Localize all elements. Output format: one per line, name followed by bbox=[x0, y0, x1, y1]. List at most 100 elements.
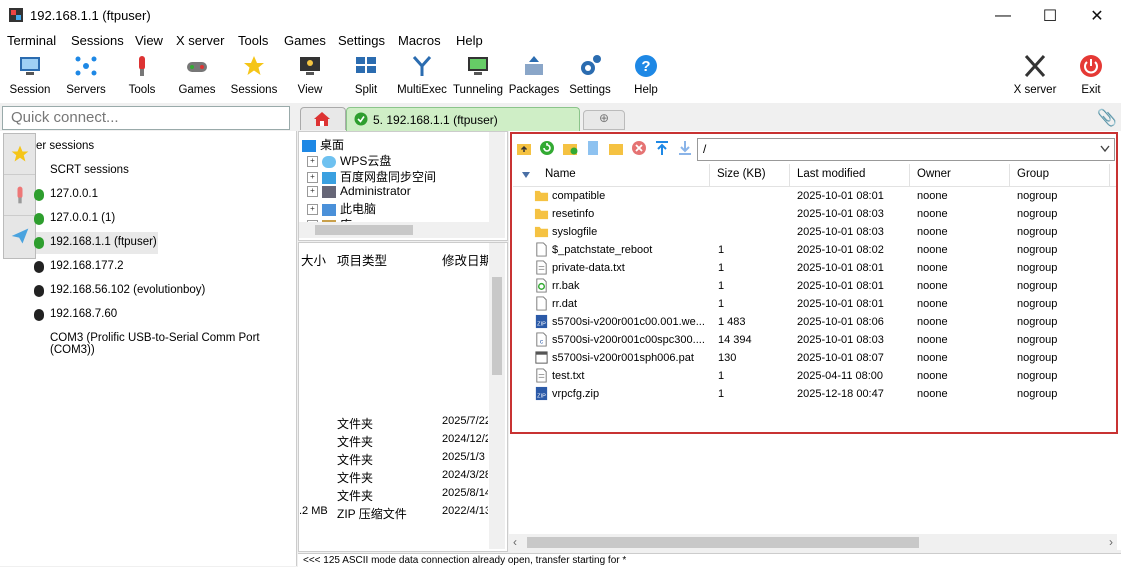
column-header-date[interactable]: 修改日期 bbox=[442, 250, 488, 269]
table-row[interactable]: resetinfo 2025-10-01 08:03 noone nogroup bbox=[513, 205, 1113, 223]
list-item[interactable]: 文件夹 2025/8/14 bbox=[299, 487, 489, 505]
maximize-button[interactable]: ☐ bbox=[1027, 0, 1073, 31]
table-row[interactable]: compatible 2025-10-01 08:01 noone nogroup bbox=[513, 187, 1113, 205]
table-row[interactable]: syslogfile 2025-10-01 08:03 noone nogroup bbox=[513, 223, 1113, 241]
vertical-scrollbar[interactable] bbox=[489, 132, 505, 222]
sidebar-tab-sftp[interactable] bbox=[4, 216, 35, 256]
menu-terminal[interactable]: Terminal bbox=[7, 33, 56, 48]
refresh-icon[interactable] bbox=[539, 140, 555, 156]
menu-sessions[interactable]: Sessions bbox=[71, 33, 124, 48]
session-item[interactable]: 192.168.177.2 bbox=[34, 256, 286, 278]
tunneling-icon bbox=[468, 57, 488, 75]
pat-file-icon bbox=[535, 351, 548, 364]
table-row[interactable]: rr.bak 1 2025-10-01 08:01 noone nogroup bbox=[513, 277, 1113, 295]
tree-item[interactable]: + Administrator bbox=[307, 184, 411, 200]
session-item[interactable]: er sessions bbox=[36, 136, 286, 158]
computer-icon bbox=[322, 203, 336, 216]
new-file-icon[interactable] bbox=[585, 140, 601, 156]
sidebar-tab-tools[interactable] bbox=[4, 175, 35, 216]
delete-icon[interactable] bbox=[631, 140, 647, 156]
table-row[interactable]: rr.dat 1 2025-10-01 08:01 noone nogroup bbox=[513, 295, 1113, 313]
vertical-scrollbar[interactable] bbox=[489, 243, 505, 549]
column-header-name[interactable]: Name bbox=[545, 168, 576, 180]
table-row[interactable]: ZIP vrpcfg.zip 1 2025-12-18 00:47 noone nogro… bbox=[513, 385, 1113, 403]
sidebar-tab-sessions[interactable] bbox=[4, 134, 35, 175]
menu-help[interactable]: Help bbox=[456, 33, 483, 48]
session-item[interactable]: 127.0.0.1 bbox=[34, 184, 286, 206]
toolbar: Session Servers Tools Games Sessions Vie… bbox=[0, 51, 1121, 103]
menu-macros[interactable]: Macros bbox=[398, 33, 441, 48]
session-item[interactable]: COM3 (Prolific USB-to-Serial Comm Port (… bbox=[36, 328, 286, 356]
column-header-type[interactable]: 项目类型 bbox=[337, 250, 387, 269]
session-item[interactable]: SCRT sessions bbox=[36, 160, 286, 182]
menu-view[interactable]: View bbox=[135, 33, 163, 48]
menu-settings[interactable]: Settings bbox=[338, 33, 385, 48]
table-row[interactable]: c s5700si-v200r001c00spc300.... 14 394 2025… bbox=[513, 331, 1113, 349]
help-button[interactable]: ? Help bbox=[617, 51, 675, 101]
folder-icon[interactable] bbox=[608, 140, 624, 156]
split-icon bbox=[356, 57, 376, 73]
session-item[interactable]: 192.168.56.102 (evolutionboy) bbox=[34, 280, 286, 302]
tab-home[interactable] bbox=[300, 107, 346, 130]
menu-tools[interactable]: Tools bbox=[238, 33, 268, 48]
status-dot-icon bbox=[34, 189, 44, 201]
local-folder-tree: 桌面 + WPS云盘 + 百度网盘同步空间 + Administrator + 此电脑 … bbox=[298, 131, 508, 241]
session-item[interactable]: 127.0.0.1 (1) bbox=[34, 208, 286, 230]
list-item[interactable]: 文件夹 2024/3/28 bbox=[299, 469, 489, 487]
expand-icon[interactable]: + bbox=[307, 186, 318, 198]
recycle-file-icon bbox=[536, 278, 547, 293]
menu-bar: Terminal Sessions View X server Tools Ga… bbox=[0, 31, 1121, 51]
parent-folder-icon[interactable] bbox=[516, 140, 532, 156]
tab-session-active[interactable]: 5. 192.168.1.1 (ftpuser) bbox=[346, 107, 580, 131]
title-bar: 192.168.1.1 (ftpuser) — ☐ ✕ bbox=[0, 0, 1121, 31]
paperclip-icon[interactable]: 📎 bbox=[1097, 108, 1117, 128]
svg-text:ZIP: ZIP bbox=[537, 321, 546, 327]
expand-icon[interactable]: + bbox=[307, 172, 318, 184]
list-item[interactable]: 文件夹 2025/7/22 bbox=[299, 415, 489, 433]
menu-games[interactable]: Games bbox=[284, 33, 326, 48]
upload-icon[interactable] bbox=[654, 140, 670, 156]
list-item[interactable]: 文件夹 2025/1/3 bbox=[299, 451, 489, 469]
scroll-left-icon[interactable]: ‹ bbox=[513, 535, 517, 549]
multiexec-icon bbox=[412, 56, 432, 76]
list-item[interactable]: .2 MB ZIP 压缩文件 2022/4/13 bbox=[299, 505, 489, 523]
close-button[interactable]: ✕ bbox=[1074, 0, 1120, 31]
column-header-group[interactable]: Group bbox=[1017, 168, 1049, 180]
list-item[interactable]: 文件夹 2024/12/2 bbox=[299, 433, 489, 451]
column-header-size[interactable]: Size (KB) bbox=[717, 168, 766, 180]
tree-item[interactable]: + 百度网盘同步空间 bbox=[307, 168, 436, 184]
horizontal-scrollbar[interactable] bbox=[299, 222, 505, 238]
exit-button[interactable]: Exit bbox=[1062, 51, 1120, 101]
scroll-thumb[interactable] bbox=[527, 537, 919, 548]
help-icon: ? bbox=[635, 55, 657, 77]
session-item[interactable]: 192.168.7.60 bbox=[34, 304, 286, 326]
remote-path-input[interactable]: / bbox=[697, 138, 1115, 161]
scroll-right-icon[interactable]: › bbox=[1109, 535, 1113, 549]
quick-connect-input[interactable]: Quick connect... bbox=[2, 106, 290, 130]
tree-item[interactable]: + 此电脑 bbox=[307, 200, 376, 216]
expand-icon[interactable]: + bbox=[307, 156, 318, 168]
table-row[interactable]: test.txt 1 2025-04-11 08:00 noone nogroup bbox=[513, 367, 1113, 385]
table-row[interactable]: $_patchstate_reboot 1 2025-10-01 08:02 noon… bbox=[513, 241, 1113, 259]
file-icon bbox=[536, 242, 547, 257]
terminal-icon bbox=[34, 285, 44, 297]
minimize-button[interactable]: — bbox=[980, 0, 1026, 31]
table-row[interactable]: private-data.txt 1 2025-10-01 08:01 noone no… bbox=[513, 259, 1113, 277]
tree-item[interactable]: 桌面 bbox=[302, 136, 344, 152]
table-row[interactable]: s5700si-v200r001sph006.pat 130 2025-10-01 … bbox=[513, 349, 1113, 367]
column-header-size[interactable]: 大小 bbox=[301, 250, 326, 269]
chevron-down-icon[interactable] bbox=[1100, 145, 1110, 153]
session-status-icon bbox=[354, 112, 368, 126]
column-header-owner[interactable]: Owner bbox=[917, 168, 951, 180]
new-folder-icon[interactable] bbox=[562, 140, 578, 156]
session-item-selected[interactable]: 192.168.1.1 (ftpuser) bbox=[34, 232, 158, 254]
expand-icon[interactable]: + bbox=[307, 204, 318, 216]
table-row[interactable]: ZIP s5700si-v200r001c00.001.we... 1 483 202… bbox=[513, 313, 1113, 331]
tree-item[interactable]: + WPS云盘 bbox=[307, 152, 391, 168]
code-file-icon: c bbox=[536, 332, 547, 347]
download-icon[interactable] bbox=[677, 140, 693, 156]
horizontal-scrollbar[interactable]: ‹ › bbox=[509, 534, 1117, 551]
column-header-modified[interactable]: Last modified bbox=[797, 168, 865, 180]
menu-xserver[interactable]: X server bbox=[176, 33, 224, 48]
new-tab-button[interactable]: ⊕ bbox=[583, 110, 625, 130]
